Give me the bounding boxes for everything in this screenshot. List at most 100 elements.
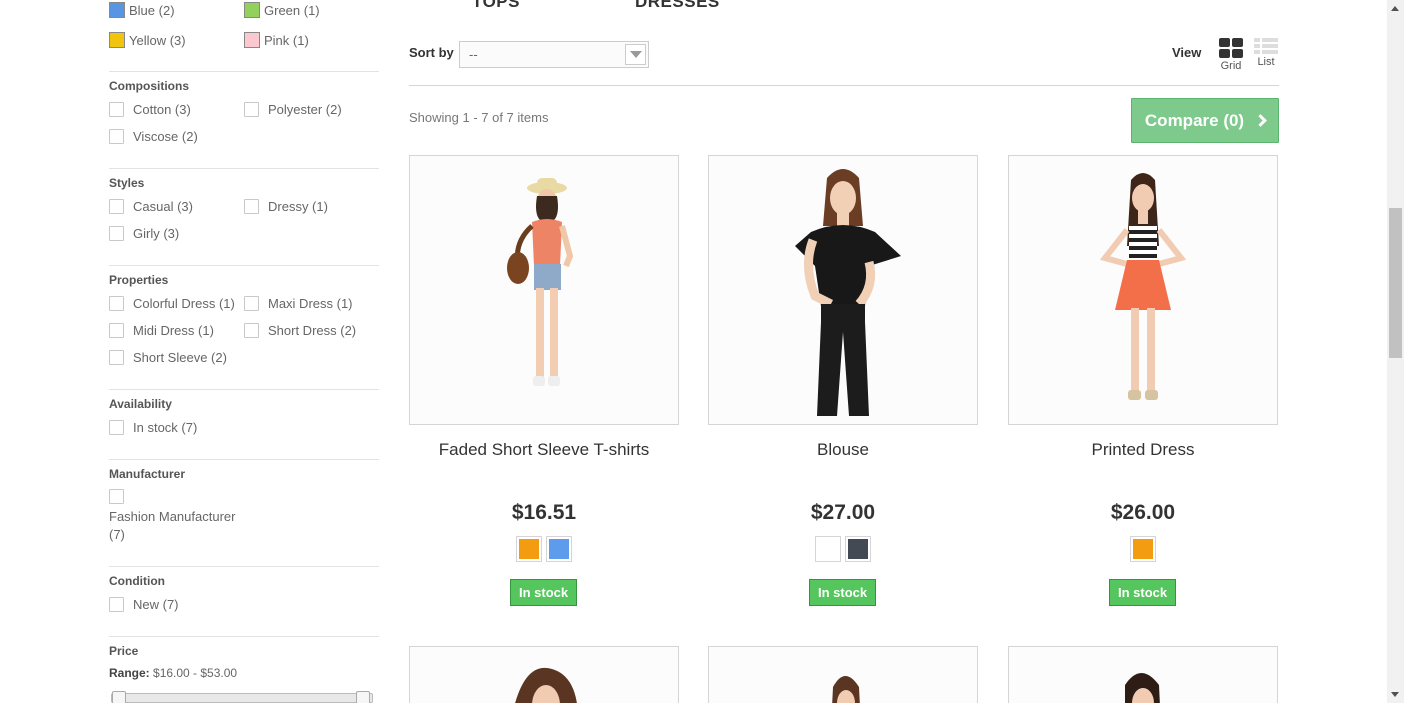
scrollbar-thumb[interactable] [1389,208,1402,358]
category-tab-dresses[interactable]: DRESSES [635,0,720,12]
filter-property-midi-dress[interactable]: Midi Dress (1) [109,322,214,338]
filter-availability-in-stock[interactable]: In stock (7) [109,419,197,435]
view-grid-label: Grid [1220,60,1242,72]
filter-color-label: Green (1) [264,2,320,18]
filter-title-manufacturer: Manufacturer [109,467,186,481]
list-icon [1254,38,1278,54]
color-swatch [109,32,125,48]
product-price: $16.51 [511,501,577,524]
checkbox[interactable] [244,101,259,117]
price-slider-max-handle[interactable] [356,691,370,703]
view-grid-button[interactable]: Grid [1216,38,1246,72]
chevron-down-icon[interactable] [625,44,646,65]
filter-option-label: New (7) [133,596,179,612]
page-scrollbar[interactable] [1387,0,1404,703]
filter-option-label: Maxi Dress (1) [268,295,353,311]
manufacturer-name: Fashion Manufacturer [109,509,236,524]
filter-option-label: Casual (3) [133,198,193,214]
filter-color-label: Blue (2) [129,2,175,18]
sort-select[interactable]: -- [459,41,649,68]
checkbox[interactable] [109,128,124,144]
price-slider-track[interactable] [111,693,373,703]
grid-icon [1219,38,1243,58]
view-list-button[interactable]: List [1251,38,1281,68]
product-color-swatch[interactable] [516,536,542,562]
checkbox[interactable] [109,295,124,311]
price-range-label: Range: [109,666,150,680]
filter-option-label: Colorful Dress (1) [133,295,235,311]
color-swatch [244,2,260,18]
product-color-swatch[interactable] [815,536,841,562]
compare-button[interactable]: Compare (0) [1131,98,1279,143]
checkbox[interactable] [244,295,259,311]
filter-color-green[interactable]: Green (1) [244,2,320,18]
filter-color-yellow[interactable]: Yellow (3) [109,32,186,48]
product-image[interactable] [1008,646,1278,703]
checkbox[interactable] [109,488,124,504]
product-color-swatch[interactable] [1130,536,1156,562]
product-name[interactable]: Printed Dress [1008,440,1278,460]
filter-manufacturer-checkbox[interactable] [109,488,133,504]
view-list-label: List [1257,56,1275,68]
checkbox[interactable] [109,596,124,612]
checkbox[interactable] [109,225,124,241]
checkbox[interactable] [109,322,124,338]
product-image[interactable] [409,155,679,425]
checkbox[interactable] [109,198,124,214]
product-photo-model [410,647,678,703]
product-card[interactable]: Faded Short Sleeve T-shirts $16.51 In st… [409,155,679,606]
divider [409,85,1279,86]
product-color-swatch[interactable] [546,536,572,562]
checkbox[interactable] [244,322,259,338]
product-card[interactable]: Printed Dress $26.00 In stock [1008,155,1278,606]
divider [109,566,379,567]
product-card[interactable]: Blouse $27.00 In stock [708,155,978,606]
product-image[interactable] [1008,155,1278,425]
price-range-value: $16.00 - $53.00 [153,666,238,680]
filter-style-casual[interactable]: Casual (3) [109,198,193,214]
checkbox[interactable] [109,101,124,117]
filter-composition-cotton[interactable]: Cotton (3) [109,101,191,117]
checkbox[interactable] [109,349,124,365]
filter-style-girly[interactable]: Girly (3) [109,225,179,241]
divider [109,459,379,460]
product-card[interactable] [708,646,978,703]
filter-color-label: Pink (1) [264,32,309,48]
product-card[interactable] [409,646,679,703]
filter-composition-viscose[interactable]: Viscose (2) [109,128,198,144]
product-image[interactable] [708,155,978,425]
product-name[interactable]: Faded Short Sleeve T-shirts [409,440,679,460]
filter-color-label: Yellow (3) [129,32,186,48]
filter-property-colorful-dress[interactable]: Colorful Dress (1) [109,295,235,311]
view-label: View [1172,45,1202,60]
filter-option-label: Cotton (3) [133,101,191,117]
product-card[interactable] [1008,646,1278,703]
filter-property-short-dress[interactable]: Short Dress (2) [244,322,356,338]
checkbox[interactable] [109,419,124,435]
filter-property-short-sleeve[interactable]: Short Sleeve (2) [109,349,227,365]
product-name[interactable]: Blouse [708,440,978,460]
filter-condition-new[interactable]: New (7) [109,596,179,612]
filter-title-compositions: Compositions [109,79,189,93]
divider [109,71,379,72]
filter-option-label: Short Dress (2) [268,322,357,338]
filter-property-maxi-dress[interactable]: Maxi Dress (1) [244,295,353,311]
filter-composition-polyester[interactable]: Polyester (2) [244,101,342,117]
filter-manufacturer-label[interactable]: Fashion Manufacturer (7) [109,508,249,544]
filter-option-label: Girly (3) [133,225,180,241]
product-color-swatch[interactable] [845,536,871,562]
category-tab-tops[interactable]: TOPS [472,0,520,12]
scroll-down-icon[interactable] [1391,692,1399,697]
product-image[interactable] [409,646,679,703]
compare-label: Compare (0) [1144,110,1245,130]
filter-color-blue[interactable]: Blue (2) [109,2,175,18]
filter-style-dressy[interactable]: Dressy (1) [244,198,328,214]
product-photo-model [1009,647,1277,703]
scroll-up-icon[interactable] [1391,6,1399,11]
product-photo-model [709,647,977,703]
product-photo-model [1009,156,1277,424]
product-image[interactable] [708,646,978,703]
checkbox[interactable] [244,198,259,214]
filter-color-pink[interactable]: Pink (1) [244,32,309,48]
price-slider-min-handle[interactable] [112,691,126,703]
